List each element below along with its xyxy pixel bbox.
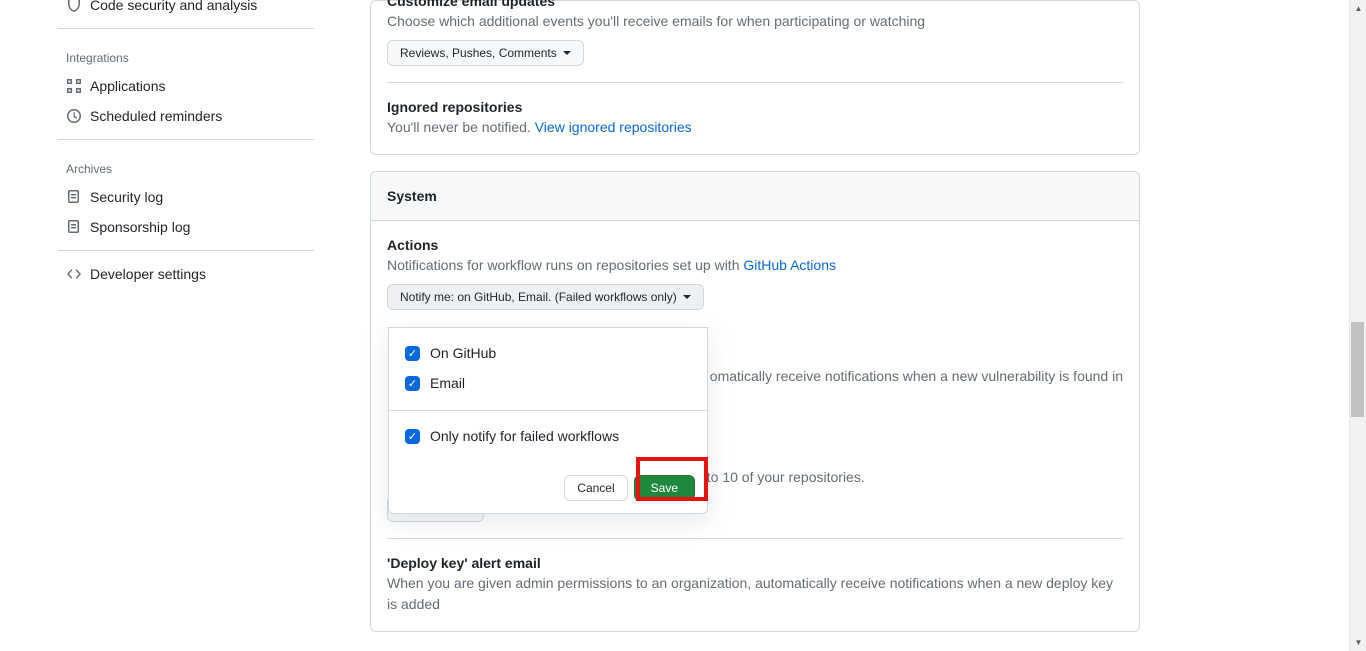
- checkbox-label: Only notify for failed workflows: [430, 428, 619, 444]
- sidebar-divider: [58, 139, 314, 140]
- checkbox-checked-icon: ✓: [405, 376, 420, 391]
- apps-icon: [66, 78, 82, 94]
- sidebar-item-applications[interactable]: Applications: [58, 71, 314, 101]
- button-label: Notify me: on GitHub, Email. (Failed wor…: [400, 290, 677, 304]
- sidebar-item-code-security[interactable]: Code security and analysis: [58, 0, 314, 20]
- checkbox-label: Email: [430, 375, 465, 391]
- sidebar-label: Code security and analysis: [90, 0, 257, 13]
- view-ignored-link[interactable]: View ignored repositories: [535, 119, 692, 135]
- sidebar-label: Sponsorship log: [90, 219, 190, 235]
- checkbox-label: On GitHub: [430, 345, 496, 361]
- scrollbar-thumb[interactable]: [1351, 322, 1364, 417]
- actions-notify-dropdown[interactable]: Notify me: on GitHub, Email. (Failed wor…: [387, 284, 704, 310]
- email-updates-dropdown[interactable]: Reviews, Pushes, Comments: [387, 40, 584, 66]
- sidebar-item-developer-settings[interactable]: Developer settings: [58, 259, 314, 289]
- scrollbar-track[interactable]: ▲ ▼: [1349, 0, 1366, 651]
- section-desc: You'll never be notified. View ignored r…: [387, 117, 1123, 138]
- checkbox-row-on-github[interactable]: ✓ On GitHub: [405, 338, 691, 368]
- sidebar-label: Applications: [90, 78, 166, 94]
- checkbox-checked-icon: ✓: [405, 346, 420, 361]
- checkbox-checked-icon: ✓: [405, 429, 420, 444]
- checkbox-row-failed-only[interactable]: ✓ Only notify for failed workflows: [405, 421, 691, 451]
- save-button[interactable]: Save: [634, 475, 695, 501]
- sidebar-group-archives: Archives: [58, 156, 314, 182]
- section-title-deploy-key: 'Deploy key' alert email: [387, 555, 1123, 571]
- sidebar-group-integrations: Integrations: [58, 45, 314, 71]
- github-actions-link[interactable]: GitHub Actions: [743, 257, 836, 273]
- section-desc-actions: Notifications for workflow runs on repos…: [387, 255, 1123, 276]
- section-title: Customize email updates: [387, 0, 1123, 9]
- chevron-down-icon: [683, 295, 691, 299]
- card-header-system: System: [371, 172, 1139, 221]
- cancel-button[interactable]: Cancel: [564, 475, 627, 501]
- scroll-up-icon[interactable]: ▲: [1350, 0, 1366, 17]
- code-icon: [66, 266, 82, 282]
- button-label: Reviews, Pushes, Comments: [400, 46, 557, 60]
- card-email-updates: Customize email updates Choose which add…: [370, 0, 1140, 155]
- section-divider: [387, 538, 1123, 539]
- shield-icon: [66, 0, 82, 13]
- clock-icon: [66, 108, 82, 124]
- actions-notify-popover: ✓ On GitHub ✓ Email ✓ Only notify for fa…: [388, 327, 708, 514]
- section-desc: Choose which additional events you'll re…: [387, 11, 1123, 32]
- section-divider: [387, 82, 1123, 83]
- section-title-actions: Actions: [387, 237, 1123, 253]
- sidebar-item-sponsorship-log[interactable]: Sponsorship log: [58, 212, 314, 242]
- sidebar-item-scheduled-reminders[interactable]: Scheduled reminders: [58, 101, 314, 131]
- sidebar-divider: [58, 28, 314, 29]
- sidebar-label: Scheduled reminders: [90, 108, 222, 124]
- scroll-down-icon[interactable]: ▼: [1350, 634, 1366, 651]
- section-desc-deploy-key: When you are given admin permissions to …: [387, 573, 1123, 615]
- chevron-down-icon: [563, 51, 571, 55]
- sidebar-label: Developer settings: [90, 266, 206, 282]
- sidebar-divider: [58, 250, 314, 251]
- log-icon: [66, 189, 82, 205]
- log-icon: [66, 219, 82, 235]
- sidebar-item-security-log[interactable]: Security log: [58, 182, 314, 212]
- section-title: Ignored repositories: [387, 99, 1123, 115]
- sidebar-label: Security log: [90, 189, 163, 205]
- checkbox-row-email[interactable]: ✓ Email: [405, 368, 691, 398]
